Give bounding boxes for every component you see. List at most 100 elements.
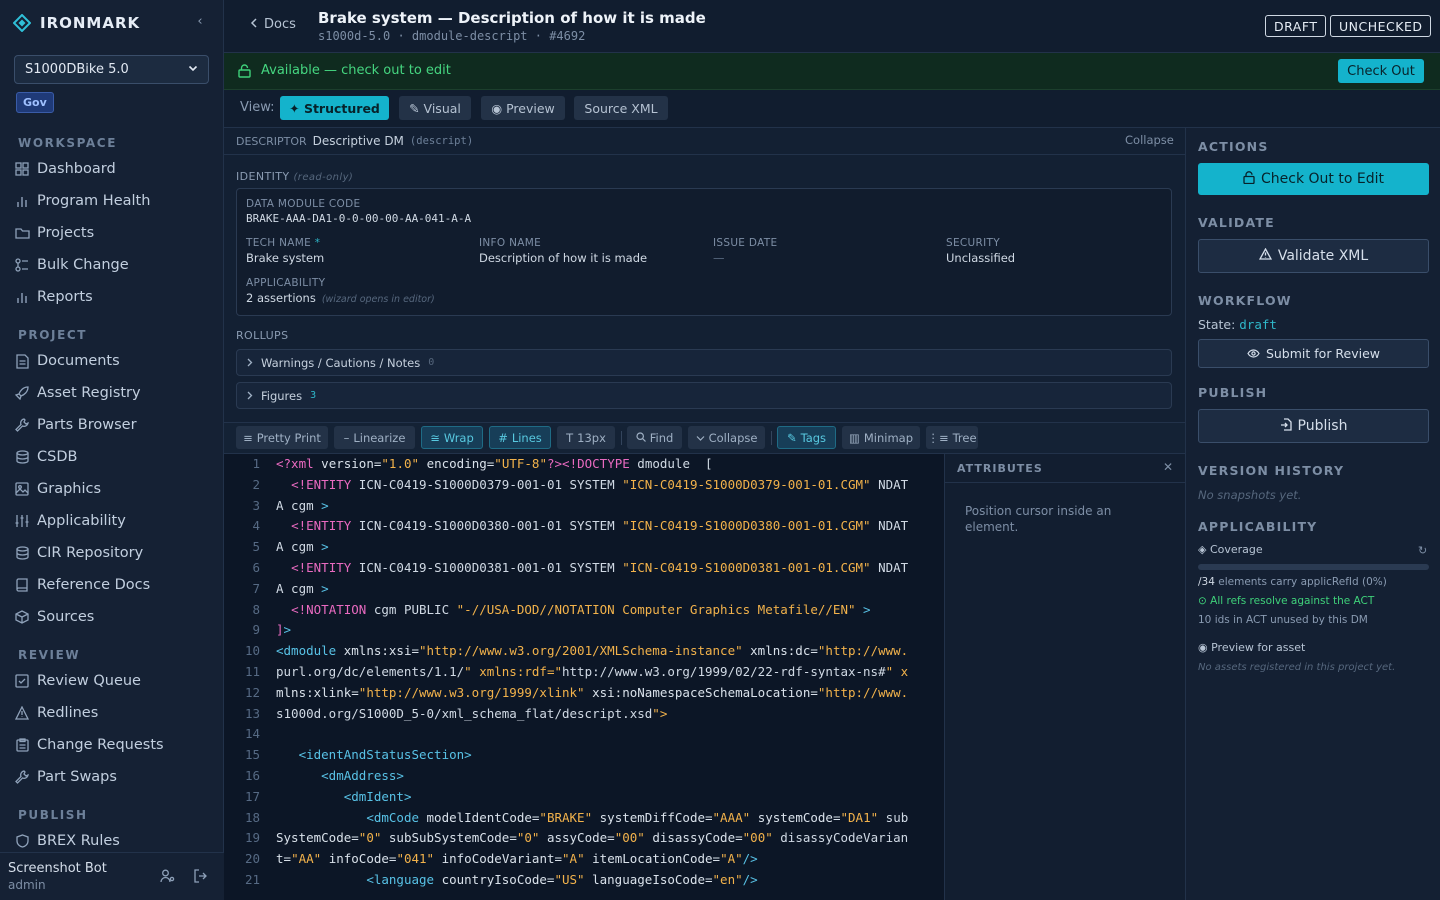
sidebar-item-projects[interactable]: Projects — [14, 220, 214, 246]
rollup-label: Figures — [261, 388, 303, 403]
sidebar-item-dashboard[interactable]: Dashboard — [14, 156, 214, 182]
user-settings-icon[interactable] — [160, 869, 175, 887]
code-line[interactable]: <dmCode modelIdentCode="BRAKE" systemDif… — [276, 808, 938, 829]
main-panel: DESCRIPTOR Descriptive DM (descript) Col… — [224, 128, 1186, 900]
tab-source-xml[interactable]: Source XML — [574, 96, 668, 120]
close-icon[interactable]: ✕ — [1163, 460, 1173, 474]
font-size-button[interactable]: T 13px — [557, 426, 615, 449]
code-line[interactable]: A cgm > — [276, 496, 938, 517]
sidebar-item-bulk-change[interactable]: Bulk Change — [14, 252, 214, 278]
section-project: PROJECT — [18, 328, 88, 342]
sidebar-item-review-queue[interactable]: Review Queue — [14, 668, 214, 694]
book-icon — [14, 577, 30, 593]
tags-toggle[interactable]: ✎ Tags — [777, 426, 836, 449]
sidebar-item-reference-docs[interactable]: Reference Docs — [14, 572, 214, 598]
line-number: 9 — [252, 622, 260, 638]
tab-visual[interactable]: ✎ Visual — [399, 96, 471, 120]
collapse-descriptor-link[interactable]: Collapse — [1125, 133, 1174, 147]
wrench-icon — [14, 417, 30, 433]
code-line[interactable]: <!ENTITY ICN-C0419-S1000D0381-001-01 SYS… — [276, 558, 938, 579]
code-line[interactable]: <dmAddress> — [276, 766, 938, 787]
minimap-button[interactable]: ▥ Minimap — [842, 426, 920, 449]
sidebar-item-brex-rules[interactable]: BREX Rules — [14, 828, 214, 854]
sidebar-item-label: BREX Rules — [37, 833, 120, 849]
code-line[interactable]: <!NOTATION cgm PUBLIC "-//USA-DOD//NOTAT… — [276, 600, 938, 621]
issue-date-value: — — [713, 251, 725, 265]
code-line[interactable] — [276, 724, 938, 745]
sidebar-item-cir-repository[interactable]: CIR Repository — [14, 540, 214, 566]
sidebar-item-sources[interactable]: Sources — [14, 604, 214, 630]
project-select[interactable]: S1000DBike 5.0 — [14, 55, 209, 84]
logout-icon[interactable] — [194, 869, 208, 887]
sidebar-item-csdb[interactable]: CSDB — [14, 444, 214, 470]
sidebar-item-redlines[interactable]: Redlines — [14, 700, 214, 726]
lines-toggle[interactable]: # Lines — [489, 426, 551, 449]
collapse-button[interactable]: Collapse — [688, 426, 765, 449]
code-line[interactable]: <language countryIsoCode="US" languageIs… — [276, 870, 938, 891]
line-number: 3 — [252, 497, 260, 513]
pretty-print-button[interactable]: ≡ Pretty Print — [236, 426, 328, 449]
wrap-toggle[interactable]: ≅ Wrap — [421, 426, 483, 449]
back-label: Docs — [264, 17, 296, 32]
code-line[interactable]: t="AA" infoCode="041" infoCodeVariant="A… — [276, 849, 938, 870]
tree-button[interactable]: ⋮≡ Tree — [926, 426, 978, 449]
submit-for-review-button[interactable]: Submit for Review — [1198, 339, 1429, 368]
line-number: 21 — [244, 871, 260, 887]
code-line[interactable]: s1000d.org/S1000D_5-0/xml_schema_flat/de… — [276, 704, 938, 725]
rollup-figures[interactable]: Figures 3 — [236, 382, 1172, 409]
tab-preview[interactable]: ◉ Preview — [481, 96, 565, 120]
divider — [945, 482, 1186, 483]
code-line[interactable]: SystemCode="0" subSubSystemCode="0" assy… — [276, 828, 938, 849]
check-out-to-edit-button[interactable]: Check Out to Edit — [1198, 163, 1429, 195]
code-line[interactable]: <dmIdent> — [276, 787, 938, 808]
preview-for-asset[interactable]: ◉ Preview for asset — [1198, 641, 1305, 654]
chevron-down-icon — [696, 431, 705, 445]
rollup-warnings[interactable]: Warnings / Cautions / Notes 0 — [236, 349, 1172, 376]
code-line[interactable]: <identAndStatusSection> — [276, 745, 938, 766]
sidebar-item-change-requests[interactable]: Change Requests — [14, 732, 214, 758]
validate-xml-button[interactable]: Validate XML — [1198, 239, 1429, 273]
check-out-button[interactable]: Check Out — [1338, 59, 1424, 83]
line-number: 7 — [252, 580, 260, 596]
code-line[interactable]: <!ENTITY ICN-C0419-S1000D0379-001-01 SYS… — [276, 475, 938, 496]
sidebar-item-graphics[interactable]: Graphics — [14, 476, 214, 502]
code-line[interactable]: A cgm > — [276, 579, 938, 600]
bar-chart-icon — [14, 289, 30, 305]
dmc-value: BRAKE-AAA-DA1-0-0-00-00-AA-041-A-A — [246, 212, 472, 225]
code-lines[interactable]: <?xml version="1.0" encoding="UTF-8"?><!… — [276, 454, 938, 891]
sidebar-item-program-health[interactable]: Program Health — [14, 188, 214, 214]
search-icon — [636, 431, 646, 445]
rollup-count: 3 — [310, 390, 317, 401]
sidebar-item-part-swaps[interactable]: Part Swaps — [14, 764, 214, 790]
sidebar-item-reports[interactable]: Reports — [14, 284, 214, 310]
sidebar-item-asset-registry[interactable]: Asset Registry — [14, 380, 214, 406]
required-star: * — [314, 237, 321, 249]
section-review: REVIEW — [18, 648, 81, 662]
find-button[interactable]: Find — [627, 426, 682, 449]
sidebar-item-applicability[interactable]: Applicability — [14, 508, 214, 534]
sidebar-item-documents[interactable]: Documents — [14, 348, 214, 374]
code-line[interactable]: <dmodule xmlns:xsi="http://www.w3.org/20… — [276, 641, 938, 662]
code-line[interactable]: mlns:xlink="http://www.w3.org/1999/xlink… — [276, 683, 938, 704]
code-line[interactable]: <?xml version="1.0" encoding="UTF-8"?><!… — [276, 454, 938, 475]
chevron-down-icon — [188, 62, 198, 77]
bar-chart-icon — [14, 193, 30, 209]
brand[interactable]: IRONMARK — [12, 10, 212, 36]
code-line[interactable]: A cgm > — [276, 537, 938, 558]
refresh-icon[interactable]: ↻ — [1418, 544, 1427, 557]
sidebar-item-parts-browser[interactable]: Parts Browser — [14, 412, 214, 438]
code-line[interactable]: purl.org/dc/elements/1.1/" xmlns:rdf="ht… — [276, 662, 938, 683]
wrench-icon — [14, 769, 30, 785]
code-line[interactable]: ]> — [276, 620, 938, 641]
gov-badge: Gov — [16, 92, 54, 113]
tab-structured[interactable]: ✦ Structured — [280, 96, 389, 120]
back-link[interactable]: Docs — [250, 17, 296, 32]
line-number: 8 — [252, 601, 260, 617]
collapse-sidebar-icon[interactable]: ‹ — [190, 14, 210, 32]
linearize-button[interactable]: – Linearize — [334, 426, 415, 449]
code-line[interactable]: <!ENTITY ICN-C0419-S1000D0380-001-01 SYS… — [276, 516, 938, 537]
checkbox-icon — [14, 673, 30, 689]
publish-button[interactable]: Publish — [1198, 409, 1429, 443]
view-label: View: — [240, 100, 275, 115]
xml-editor[interactable]: 1 2 3 4 5 6 7 8 9 10 11 12 13 14 15 16 17 18 19 20 21 <?xml … — [224, 454, 944, 900]
